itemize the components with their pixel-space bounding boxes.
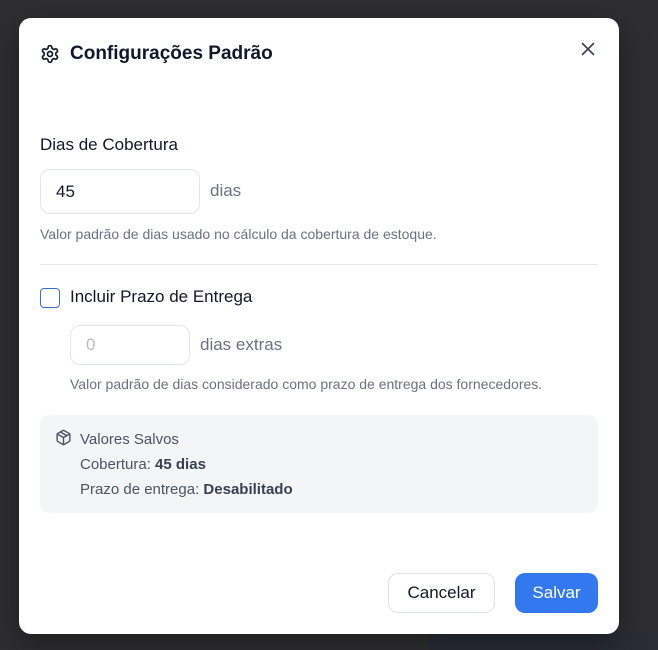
backdrop (430, 632, 658, 650)
coverage-label: Dias de Cobertura (40, 135, 178, 154)
lead-time-unit: dias extras (200, 335, 283, 354)
include-lead-time-checkbox[interactable] (40, 288, 60, 308)
saved-lead-time-row: Prazo de entrega: Desabilitado (80, 481, 293, 498)
saved-coverage-value: 45 dias (155, 456, 206, 473)
save-button[interactable]: Salvar (515, 573, 598, 613)
saved-coverage-label: Cobertura: (80, 456, 151, 473)
lead-time-help-text: Valor padrão de dias considerado como pr… (70, 376, 543, 392)
coverage-days-input[interactable] (40, 169, 200, 214)
saved-values-panel: Valores Salvos Cobertura: 45 dias Prazo … (40, 415, 598, 513)
saved-lead-time-label: Prazo de entrega: (80, 481, 200, 498)
dialog-title: Configurações Padrão (70, 43, 273, 64)
saved-coverage-row: Cobertura: 45 dias (80, 456, 206, 473)
saved-values-header: Valores Salvos (55, 429, 179, 450)
saved-lead-time-value: Desabilitado (203, 481, 293, 498)
include-lead-time-label[interactable]: Incluir Prazo de Entrega (70, 287, 252, 307)
saved-values-title: Valores Salvos (80, 431, 179, 448)
coverage-help-text: Valor padrão de dias usado no cálculo da… (40, 226, 437, 242)
close-icon (581, 42, 595, 56)
close-button[interactable] (578, 39, 598, 59)
coverage-unit: dias (210, 181, 242, 200)
divider (40, 264, 598, 265)
package-icon (55, 429, 72, 450)
gear-icon (40, 44, 60, 64)
cancel-button[interactable]: Cancelar (388, 573, 495, 613)
settings-dialog: Configurações Padrão Dias de Cobertura d… (19, 18, 619, 634)
dialog-header: Configurações Padrão (40, 43, 273, 65)
lead-time-days-input[interactable] (70, 325, 190, 365)
